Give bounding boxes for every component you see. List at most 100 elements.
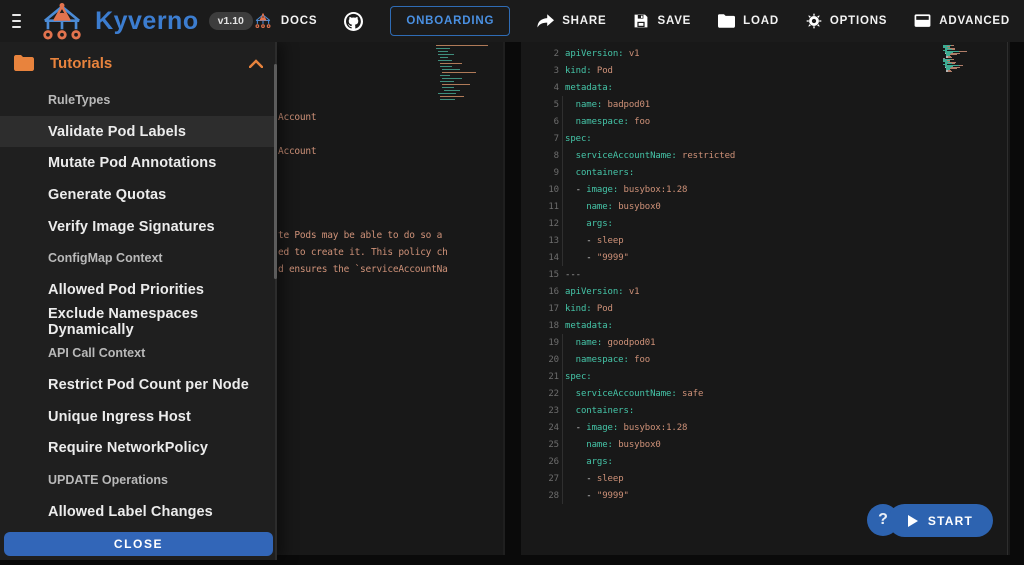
line-number: 15 bbox=[529, 270, 559, 280]
nav-onboarding-label: ONBOARDING bbox=[406, 15, 494, 27]
line-number: 23 bbox=[529, 406, 559, 416]
folder-icon bbox=[14, 55, 36, 71]
brand[interactable]: Kyverno v1.10 bbox=[37, 2, 253, 41]
nav-share-button[interactable]: SHARE bbox=[537, 14, 606, 29]
sidebar-item-label: Mutate Pod Annotations bbox=[48, 155, 216, 171]
minimap-line bbox=[436, 60, 496, 61]
line-number: 22 bbox=[529, 389, 559, 399]
nav-onboarding-button[interactable]: ONBOARDING bbox=[390, 6, 510, 36]
minimap-line bbox=[436, 81, 496, 82]
nav-load-label: LOAD bbox=[743, 15, 779, 27]
sidebar-item-allowed-pod-priorities[interactable]: Allowed Pod Priorities bbox=[0, 274, 277, 306]
sidebar-item-api-call-context[interactable]: API Call Context bbox=[0, 338, 277, 370]
start-button-label: START bbox=[928, 514, 973, 528]
policy-editor[interactable]: AccountAccountte Pods may be able to do … bbox=[277, 42, 505, 555]
sidebar-item-generate-quotas[interactable]: Generate Quotas bbox=[0, 179, 277, 211]
line-number: 4 bbox=[529, 83, 559, 93]
line-number: 18 bbox=[529, 321, 559, 331]
line-number: 13 bbox=[529, 236, 559, 246]
gear-icon bbox=[806, 13, 822, 29]
line-number: 11 bbox=[529, 202, 559, 212]
line-number: 2 bbox=[529, 49, 559, 59]
nav-options-button[interactable]: OPTIONS bbox=[806, 13, 887, 29]
indent-guide bbox=[562, 96, 563, 266]
nav-save-button[interactable]: SAVE bbox=[633, 13, 691, 29]
resource-editor-minimap[interactable] bbox=[943, 45, 971, 72]
line-number: 20 bbox=[529, 355, 559, 365]
sidebar-item-verify-image-signatures[interactable]: Verify Image Signatures bbox=[0, 211, 277, 243]
code-line: 5 name: badpod01 bbox=[529, 96, 1010, 113]
nav-share-label: SHARE bbox=[562, 15, 606, 27]
sidebar-item-label: Unique Ingress Host bbox=[48, 409, 191, 425]
nav-load-button[interactable]: LOAD bbox=[718, 14, 779, 28]
sidebar-scrollbar-thumb[interactable] bbox=[274, 64, 277, 279]
line-number: 14 bbox=[529, 253, 559, 263]
line-number: 9 bbox=[529, 168, 559, 178]
code-line: 26 args: bbox=[529, 453, 1010, 470]
sidebar-item-configmap-context[interactable]: ConfigMap Context bbox=[0, 242, 277, 274]
minimap-line bbox=[436, 63, 496, 64]
nav-save-label: SAVE bbox=[657, 15, 691, 27]
share-icon bbox=[537, 14, 554, 29]
sidebar-item-label: Require NetworkPolicy bbox=[48, 440, 208, 456]
code-line: 10 - image: busybox:1.28 bbox=[529, 181, 1010, 198]
sidebar-item-restrict-pod-count-per-node[interactable]: Restrict Pod Count per Node bbox=[0, 369, 277, 401]
line-number: 27 bbox=[529, 474, 559, 484]
sidebar-item-label: Restrict Pod Count per Node bbox=[48, 377, 249, 393]
code-line: 14 - "9999" bbox=[529, 249, 1010, 266]
folder-open-icon bbox=[718, 14, 735, 28]
line-number: 17 bbox=[529, 304, 559, 314]
code-line: 19 name: goodpod01 bbox=[529, 334, 1010, 351]
line-number: 19 bbox=[529, 338, 559, 348]
sidebar-item-update-operations[interactable]: UPDATE Operations bbox=[0, 464, 277, 496]
minimap-line bbox=[436, 57, 496, 58]
github-button[interactable] bbox=[344, 12, 363, 31]
chevron-up-icon[interactable] bbox=[249, 59, 263, 68]
kyverno-playground: AccountAccountte Pods may be able to do … bbox=[0, 0, 1024, 565]
code-line: 27 - sleep bbox=[529, 470, 1010, 487]
header-nav: DOCS ONBOARDING SHARE SAVE LOAD OPTIONS ADVANC… bbox=[253, 6, 1010, 36]
sidebar-item-ruletypes[interactable]: RuleTypes bbox=[0, 84, 277, 116]
minimap-line bbox=[436, 45, 496, 46]
line-number: 24 bbox=[529, 423, 559, 433]
kyverno-logo-icon bbox=[37, 2, 87, 41]
code-line: 6 namespace: foo bbox=[529, 113, 1010, 130]
kyverno-docs-icon bbox=[253, 13, 273, 29]
tutorials-drawer: Tutorials RuleTypes Validate Pod Labels Mu… bbox=[0, 42, 277, 560]
line-number: 26 bbox=[529, 457, 559, 467]
nav-advanced-button[interactable]: ADVANCED bbox=[914, 14, 1010, 29]
policy-text-fragment: Account bbox=[278, 112, 316, 123]
tutorials-list: RuleTypes Validate Pod Labels Mutate Pod A… bbox=[0, 84, 277, 529]
code-line: 28 - "9999" bbox=[529, 487, 1010, 504]
minimap-line bbox=[436, 84, 496, 85]
menu-icon[interactable] bbox=[12, 14, 21, 28]
sidebar-item-exclude-namespaces-dynamically[interactable]: Exclude Namespaces Dynamically bbox=[0, 306, 277, 338]
line-number: 28 bbox=[529, 491, 559, 501]
sidebar-item-allowed-label-changes[interactable]: Allowed Label Changes bbox=[0, 496, 277, 528]
resource-editor[interactable]: 2apiVersion: v13kind: Pod4metadata:5 nam… bbox=[521, 42, 1010, 555]
sidebar-item-require-networkpolicy[interactable]: Require NetworkPolicy bbox=[0, 433, 277, 465]
sidebar-item-label: UPDATE Operations bbox=[48, 473, 168, 487]
sidebar-item-label: Validate Pod Labels bbox=[48, 124, 186, 140]
close-button[interactable]: CLOSE bbox=[4, 532, 273, 556]
sidebar-item-label: Allowed Pod Priorities bbox=[48, 282, 204, 298]
sidebar-item-mutate-pod-annotations[interactable]: Mutate Pod Annotations bbox=[0, 147, 277, 179]
code-line: 3kind: Pod bbox=[529, 62, 1010, 79]
code-line: 25 name: busybox0 bbox=[529, 436, 1010, 453]
app-title: Kyverno bbox=[95, 7, 199, 36]
nav-docs-button[interactable]: DOCS bbox=[253, 13, 317, 29]
code-line: 4metadata: bbox=[529, 79, 1010, 96]
start-button[interactable]: START bbox=[888, 504, 993, 537]
code-line: 22 serviceAccountName: safe bbox=[529, 385, 1010, 402]
code-line: 24 - image: busybox:1.28 bbox=[529, 419, 1010, 436]
code-line: 23 containers: bbox=[529, 402, 1010, 419]
sidebar-item-unique-ingress-host[interactable]: Unique Ingress Host bbox=[0, 401, 277, 433]
code-line: 18metadata: bbox=[529, 317, 1010, 334]
line-number: 3 bbox=[529, 66, 559, 76]
nav-advanced-label: ADVANCED bbox=[939, 15, 1010, 27]
minimap-line bbox=[436, 75, 496, 76]
policy-editor-minimap[interactable] bbox=[436, 45, 496, 102]
line-number: 10 bbox=[529, 185, 559, 195]
tutorials-section-toggle[interactable]: Tutorials bbox=[0, 42, 277, 84]
sidebar-item-validate-pod-labels[interactable]: Validate Pod Labels bbox=[0, 116, 277, 148]
